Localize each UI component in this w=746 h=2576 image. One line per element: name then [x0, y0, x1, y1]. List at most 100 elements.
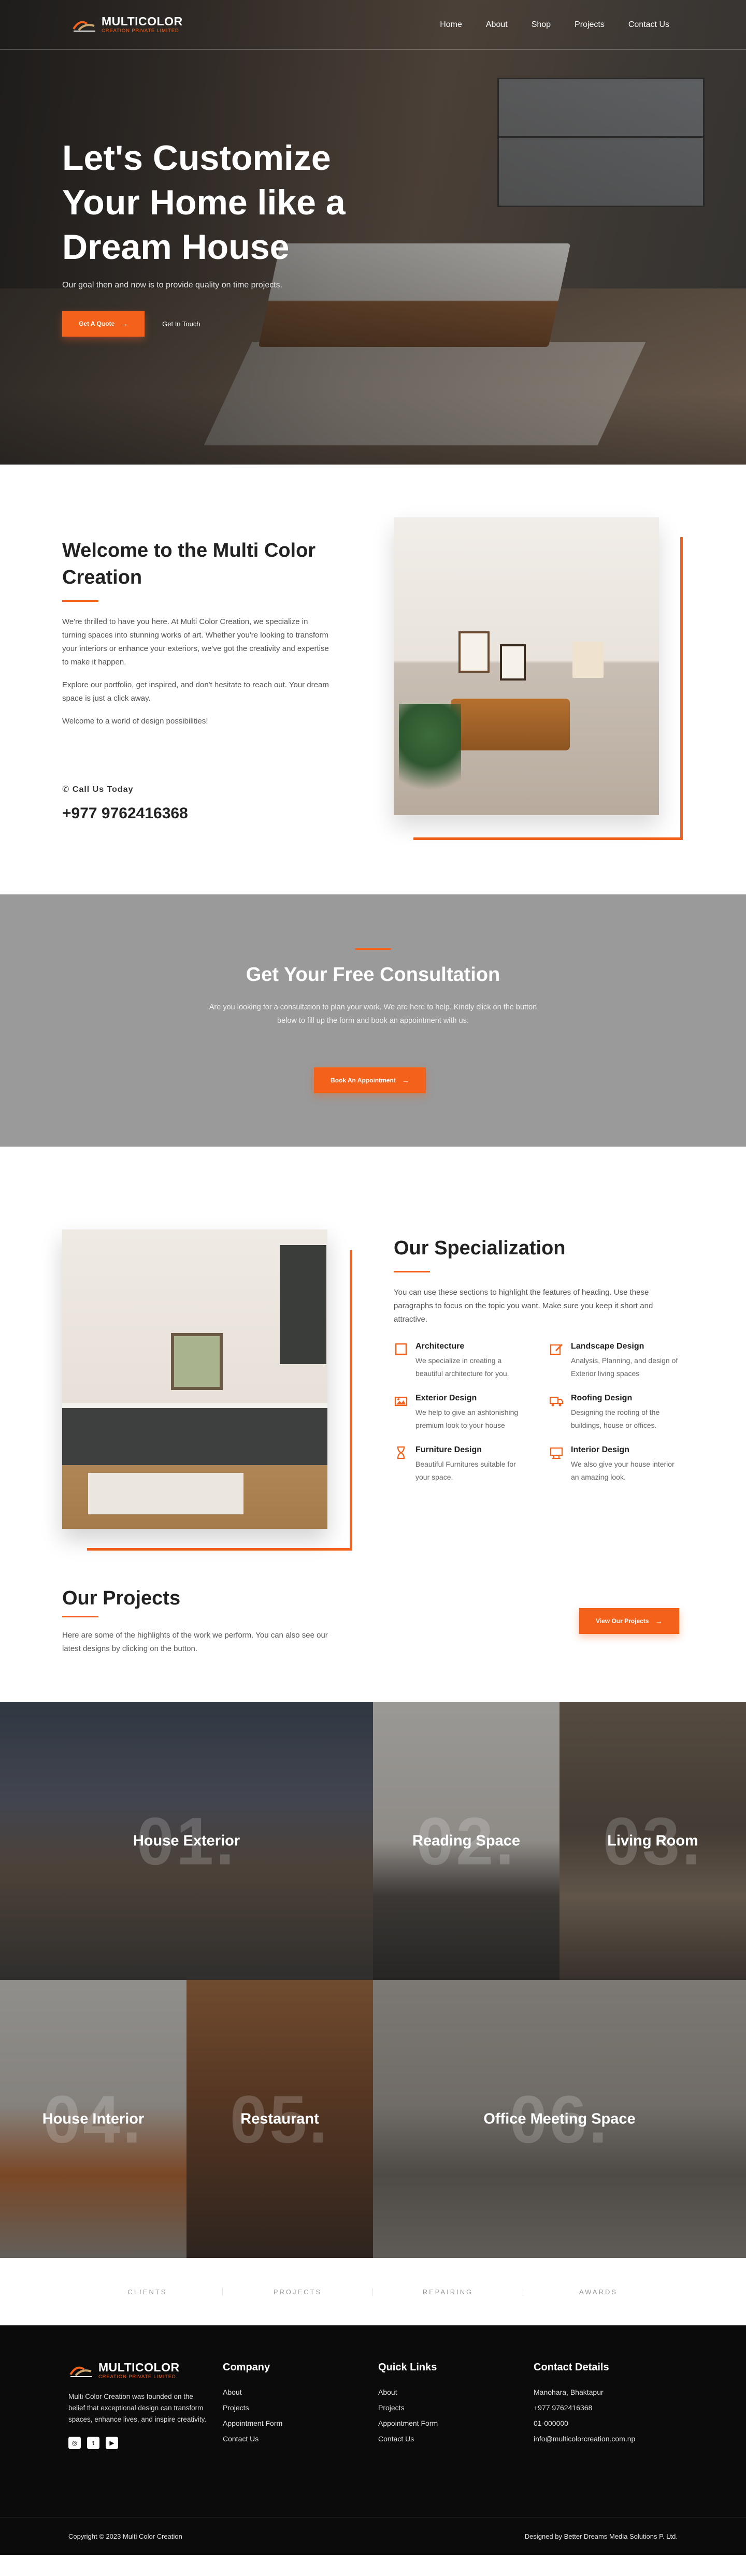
footer-link-about[interactable]: About — [378, 2388, 534, 2396]
spec-item-furniture: Furniture Design Beautiful Furnitures su… — [394, 1445, 528, 1484]
nav-contact[interactable]: Contact Us — [628, 20, 669, 30]
spec-desc: We also give your house interior an amaz… — [571, 1460, 675, 1481]
specialization-intro: You can use these sections to highlight … — [394, 1288, 653, 1324]
spec-desc: Beautiful Furnitures suitable for your s… — [415, 1460, 516, 1481]
footer-link-contact[interactable]: Contact Us — [223, 2435, 378, 2443]
consult-text: Are you looking for a consultation to pl… — [209, 1003, 537, 1025]
consultation-section: Get Your Free Consultation Are you looki… — [0, 894, 746, 1147]
projects-intro-section: Our Projects Here are some of the highli… — [0, 1585, 746, 1702]
footer-link-projects[interactable]: Projects — [378, 2404, 534, 2412]
footer-link-appointment[interactable]: Appointment Form — [378, 2419, 534, 2427]
footer-phone-landline[interactable]: 01-000000 — [534, 2419, 689, 2427]
phone-icon: ✆ — [62, 785, 70, 794]
footer-contact-column: Contact Details Manohara, Bhaktapur +977… — [534, 2362, 689, 2450]
footer-logo[interactable]: MULTICOLOR CREATION PRIVATE LIMITED — [68, 2362, 223, 2380]
get-in-touch-link[interactable]: Get In Touch — [162, 320, 200, 328]
spec-desc: Analysis, Planning, and design of Exteri… — [571, 1356, 678, 1378]
kitchen-image — [62, 1229, 327, 1529]
social-links: ◎ t ▶ — [68, 2436, 223, 2449]
floor-lamp — [572, 642, 604, 678]
tile-title: Office Meeting Space — [483, 2110, 636, 2127]
youtube-icon[interactable]: ▶ — [106, 2436, 118, 2449]
spec-title: Furniture Design — [415, 1445, 482, 1454]
nav-home[interactable]: Home — [440, 20, 462, 30]
logo-mark-icon — [68, 2362, 94, 2379]
top-navbar: MULTICOLOR CREATION PRIVATE LIMITED Home… — [0, 0, 746, 50]
spec-desc: We help to give an ashtonishing premium … — [415, 1408, 519, 1429]
hero-title: Let's Customize Your Home like a Dream H… — [62, 138, 346, 267]
get-quote-button[interactable]: Get A Quote → — [62, 311, 145, 337]
projects-intro: Here are some of the highlights of the w… — [62, 1631, 328, 1653]
category-repairing[interactable]: REPAIRING — [373, 2288, 523, 2296]
footer-address: Manohara, Bhaktapur — [534, 2388, 604, 2396]
spec-title: Landscape Design — [571, 1342, 644, 1351]
title-underline — [394, 1271, 430, 1272]
project-tile-restaurant[interactable]: 05. Restaurant — [187, 1980, 373, 2258]
footer-link-projects[interactable]: Projects — [223, 2404, 378, 2412]
footer-company-column: Company About Projects Appointment Form … — [223, 2362, 378, 2450]
main-nav: Home About Shop Projects Contact Us — [440, 20, 669, 30]
arrow-right-icon: → — [401, 1076, 409, 1084]
instagram-icon[interactable]: ◎ — [68, 2436, 81, 2449]
consult-title: Get Your Free Consultation — [246, 964, 500, 986]
upper-cabinet — [280, 1245, 326, 1364]
arrow-right-icon: → — [121, 320, 128, 328]
spec-item-architecture: Architecture We specialize in creating a… — [394, 1342, 528, 1380]
footer-bottom-bar: Copyright © 2023 Multi Color Creation De… — [0, 2517, 746, 2555]
arrow-right-icon: → — [655, 1617, 663, 1625]
specialization-title: Our Specialization — [394, 1237, 566, 1259]
footer-about-column: MULTICOLOR CREATION PRIVATE LIMITED Mult… — [68, 2362, 223, 2450]
project-tile-living-room[interactable]: 03. Living Room — [560, 1702, 746, 1980]
footer-link-about[interactable]: About — [223, 2388, 378, 2396]
kitchen-rug — [88, 1473, 243, 1514]
category-projects[interactable]: PROJECTS — [223, 2288, 373, 2296]
welcome-paragraph-2: Explore our portfolio, get inspired, and… — [62, 681, 329, 703]
desk-icon — [549, 1445, 564, 1460]
nav-shop[interactable]: Shop — [532, 20, 551, 30]
site-footer: MULTICOLOR CREATION PRIVATE LIMITED Mult… — [0, 2325, 746, 2555]
project-tile-office-meeting[interactable]: 06. Office Meeting Space — [373, 1980, 746, 2258]
footer-email[interactable]: info@multicolorcreation.com.np — [534, 2435, 689, 2443]
spec-title: Exterior Design — [415, 1394, 477, 1402]
footer-quick-links-column: Quick Links About Projects Appointment F… — [378, 2362, 534, 2450]
project-tile-reading-space[interactable]: 02. Reading Space — [373, 1702, 560, 1980]
footer-link-contact[interactable]: Contact Us — [378, 2435, 534, 2443]
living-room-image — [394, 517, 659, 815]
welcome-paragraph-3: Welcome to a world of design possibiliti… — [62, 717, 208, 726]
kitchen-window — [171, 1333, 223, 1390]
specialization-section: Our Specialization You can use these sec… — [0, 1147, 746, 1585]
phone-number[interactable]: +977 9762416368 — [62, 805, 332, 822]
logo-mark-icon — [71, 17, 97, 33]
potted-plant — [399, 704, 461, 807]
nav-projects[interactable]: Projects — [575, 20, 605, 30]
category-clients[interactable]: CLIENTS — [73, 2288, 223, 2296]
photo-icon — [394, 1394, 408, 1408]
project-tile-house-exterior[interactable]: 01. House Exterior — [0, 1702, 373, 1980]
category-awards[interactable]: AWARDS — [523, 2288, 673, 2296]
footer-heading: Company — [223, 2362, 270, 2373]
wall-art-2 — [500, 644, 526, 681]
spec-title: Architecture — [415, 1342, 465, 1351]
hero-subtitle: Our goal then and now is to provide qual… — [62, 281, 283, 290]
title-underline — [62, 600, 98, 602]
spec-title: Roofing Design — [571, 1394, 633, 1402]
project-tile-house-interior[interactable]: 04. House Interior — [0, 1980, 187, 2258]
nav-about[interactable]: About — [486, 20, 508, 30]
brand-logo[interactable]: MULTICOLOR CREATION PRIVATE LIMITED — [71, 16, 183, 34]
brand-name: MULTICOLOR — [102, 15, 183, 28]
twitter-icon[interactable]: t — [87, 2436, 99, 2449]
footer-phone-mobile[interactable]: +977 9762416368 — [534, 2404, 689, 2412]
tile-title: House Interior — [42, 2110, 145, 2127]
category-bar: CLIENTS PROJECTS REPAIRING AWARDS — [0, 2258, 746, 2325]
title-underline — [62, 1616, 98, 1617]
view-projects-button[interactable]: View Our Projects → — [579, 1608, 679, 1634]
designer-credit[interactable]: Designed by Better Dreams Media Solution… — [525, 2532, 678, 2540]
consult-accent-line — [355, 948, 391, 950]
footer-link-appointment[interactable]: Appointment Form — [223, 2419, 378, 2427]
spec-item-landscape: Landscape Design Analysis, Planning, and… — [549, 1342, 684, 1380]
tile-title: Reading Space — [412, 1832, 520, 1849]
tile-title: House Exterior — [133, 1832, 240, 1849]
copyright-text: Copyright © 2023 Multi Color Creation — [68, 2532, 182, 2540]
book-appointment-button[interactable]: Book An Appointment → — [314, 1067, 426, 1093]
call-label: ✆ Call Us Today — [62, 784, 332, 794]
